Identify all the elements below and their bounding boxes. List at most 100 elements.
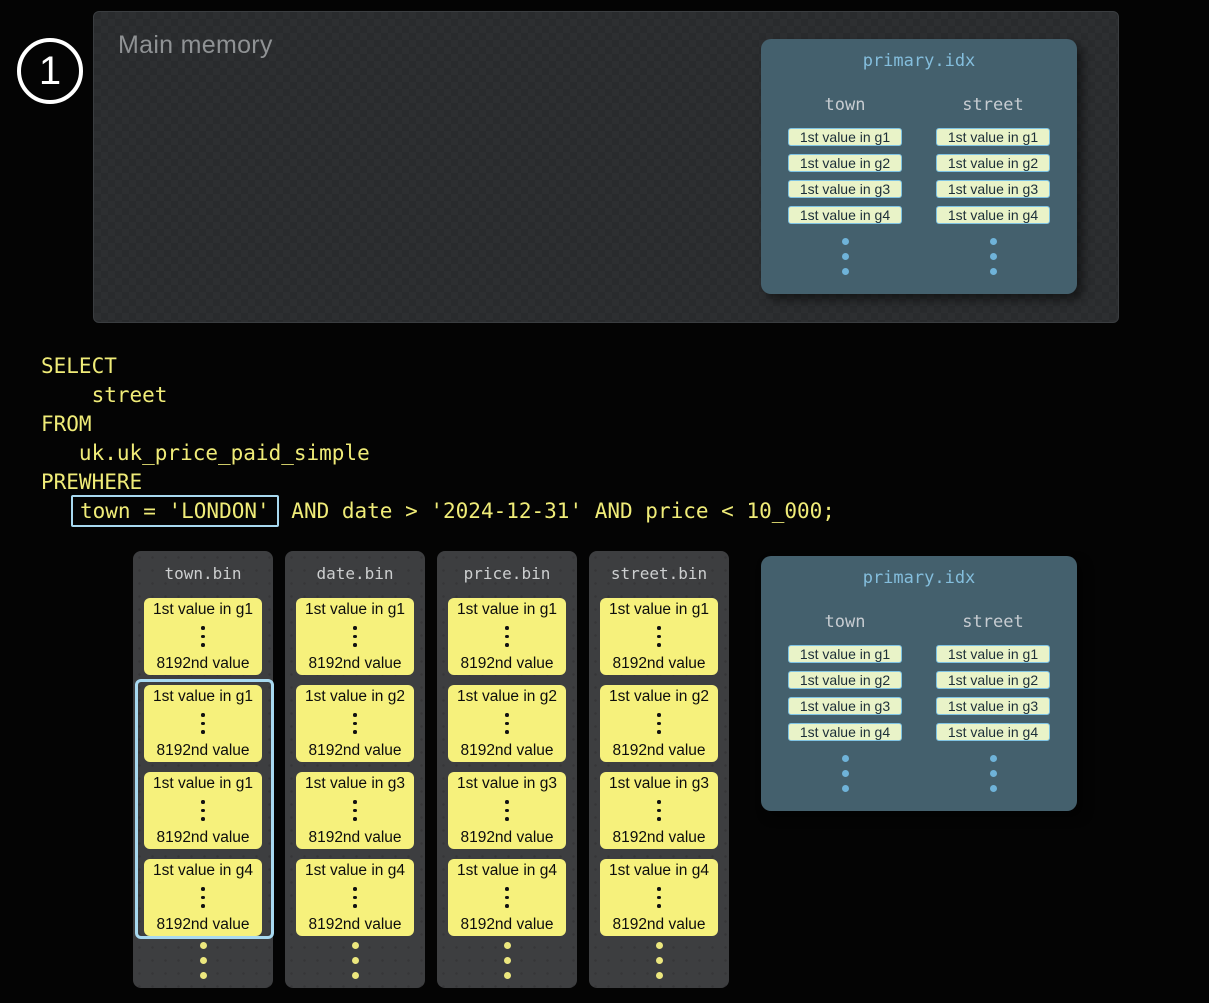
index-ellipsis: [990, 238, 997, 275]
ellipsis-dot: [200, 972, 207, 979]
index-entry: 1st value in g2: [788, 154, 902, 172]
bin-title: street.bin: [589, 564, 729, 583]
granule-list: 1st value in g1 8192nd value 1st value i…: [600, 598, 718, 936]
ellipsis-dot: [352, 957, 359, 964]
ellipsis-dot: [352, 972, 359, 979]
index-entry: 1st value in g1: [936, 645, 1050, 663]
index-entry: 1st value in g1: [788, 128, 902, 146]
granule: 1st value in g1 8192nd value: [600, 598, 718, 675]
granule: 1st value in g2 8192nd value: [448, 685, 566, 762]
ellipsis-dot: [842, 770, 849, 777]
granule-first-value: 1st value in g4: [153, 862, 253, 879]
step-number: 1: [39, 49, 61, 94]
granule-last-value: 8192nd value: [460, 916, 553, 933]
index-column-town: town 1st value in g1 1st value in g2 1st…: [785, 611, 905, 792]
granule-last-value: 8192nd value: [308, 742, 401, 759]
bin-ellipsis: [589, 942, 729, 979]
granule-last-value: 8192nd value: [156, 829, 249, 846]
primary-index-title: primary.idx: [761, 568, 1077, 588]
primary-index-columns: town 1st value in g1 1st value in g2 1st…: [785, 94, 1053, 275]
index-entry: 1st value in g4: [936, 206, 1050, 224]
index-column-header: street: [962, 94, 1023, 116]
ellipsis-dot: [656, 957, 663, 964]
granule: 1st value in g4 8192nd value: [296, 859, 414, 936]
granule-first-value: 1st value in g2: [305, 688, 405, 705]
granule-first-value: 1st value in g1: [153, 775, 253, 792]
ellipsis-dot: [842, 268, 849, 275]
granule: 1st value in g2 8192nd value: [296, 685, 414, 762]
index-column-header: town: [825, 94, 866, 116]
ellipsis-dot: [990, 770, 997, 777]
granule-first-value: 1st value in g4: [457, 862, 557, 879]
step-number-badge: 1: [17, 38, 83, 104]
granule-ellipsis: [353, 626, 357, 647]
granule-ellipsis: [353, 887, 357, 908]
granule-last-value: 8192nd value: [156, 655, 249, 672]
granule-first-value: 1st value in g3: [457, 775, 557, 792]
granule: 1st value in g2 8192nd value: [600, 685, 718, 762]
index-entry: 1st value in g1: [788, 645, 902, 663]
primary-index-top: primary.idx town 1st value in g1 1st val…: [761, 39, 1077, 294]
index-entry: 1st value in g3: [936, 697, 1050, 715]
granule-ellipsis: [657, 713, 661, 734]
granule-ellipsis: [505, 887, 509, 908]
index-entry: 1st value in g1: [936, 128, 1050, 146]
granule: 1st value in g1 8192nd value: [144, 772, 262, 849]
sql-prewhere-condition: town = 'LONDON' AND date > '2024-12-31' …: [41, 494, 835, 528]
granule-last-value: 8192nd value: [612, 655, 705, 672]
prewhere-highlight-box: town = 'LONDON': [71, 495, 279, 527]
ellipsis-dot: [504, 972, 511, 979]
granule-first-value: 1st value in g2: [609, 688, 709, 705]
primary-index-columns: town 1st value in g1 1st value in g2 1st…: [785, 611, 1053, 792]
granule-first-value: 1st value in g4: [305, 862, 405, 879]
primary-index-bottom: primary.idx town 1st value in g1 1st val…: [761, 556, 1077, 811]
granule-ellipsis: [657, 800, 661, 821]
index-column-street: street 1st value in g1 1st value in g2 1…: [933, 611, 1053, 792]
diagram-canvas: 1 Main memory primary.idx town 1st value…: [0, 0, 1209, 1003]
index-entry: 1st value in g4: [936, 723, 1050, 741]
granule: 1st value in g3 8192nd value: [448, 772, 566, 849]
main-memory-title: Main memory: [118, 31, 273, 60]
ellipsis-dot: [990, 785, 997, 792]
ellipsis-dot: [990, 238, 997, 245]
granule-first-value: 1st value in g1: [153, 688, 253, 705]
ellipsis-dot: [990, 268, 997, 275]
primary-index-title: primary.idx: [761, 51, 1077, 71]
granule: 1st value in g1 8192nd value: [296, 598, 414, 675]
granule-last-value: 8192nd value: [612, 916, 705, 933]
granule: 1st value in g1 8192nd value: [144, 685, 262, 762]
index-column-header: town: [825, 611, 866, 633]
granule-first-value: 1st value in g1: [609, 601, 709, 618]
index-entry: 1st value in g2: [936, 671, 1050, 689]
granule-first-value: 1st value in g1: [305, 601, 405, 618]
granule: 1st value in g4 8192nd value: [448, 859, 566, 936]
index-ellipsis: [842, 755, 849, 792]
granule: 1st value in g4 8192nd value: [144, 859, 262, 936]
bin-title: date.bin: [285, 564, 425, 583]
index-column-street: street 1st value in g1 1st value in g2 1…: [933, 94, 1053, 275]
granule-last-value: 8192nd value: [460, 829, 553, 846]
bin-ellipsis: [133, 942, 273, 979]
granule-first-value: 1st value in g1: [457, 601, 557, 618]
sql-line-select: SELECT: [41, 352, 835, 381]
sql-query: SELECT street FROM uk.uk_price_paid_simp…: [41, 352, 835, 528]
ellipsis-dot: [200, 942, 207, 949]
bin-file-street: street.bin 1st value in g1 8192nd value …: [589, 551, 729, 988]
bin-file-date: date.bin 1st value in g1 8192nd value 1s…: [285, 551, 425, 988]
sql-line-from: FROM: [41, 410, 835, 439]
bin-title: town.bin: [133, 564, 273, 583]
ellipsis-dot: [842, 253, 849, 260]
bin-file-town: town.bin 1st value in g1 8192nd value 1s…: [133, 551, 273, 988]
ellipsis-dot: [504, 957, 511, 964]
sql-line-table: uk.uk_price_paid_simple: [41, 439, 835, 468]
index-entry: 1st value in g3: [788, 180, 902, 198]
sql-line-street: street: [41, 381, 835, 410]
granule-ellipsis: [657, 887, 661, 908]
ellipsis-dot: [200, 957, 207, 964]
ellipsis-dot: [990, 253, 997, 260]
granule-ellipsis: [657, 626, 661, 647]
granule-ellipsis: [505, 713, 509, 734]
granule-list: 1st value in g1 8192nd value 1st value i…: [144, 598, 262, 936]
index-entry-list: 1st value in g1 1st value in g2 1st valu…: [788, 128, 902, 224]
index-ellipsis: [842, 238, 849, 275]
